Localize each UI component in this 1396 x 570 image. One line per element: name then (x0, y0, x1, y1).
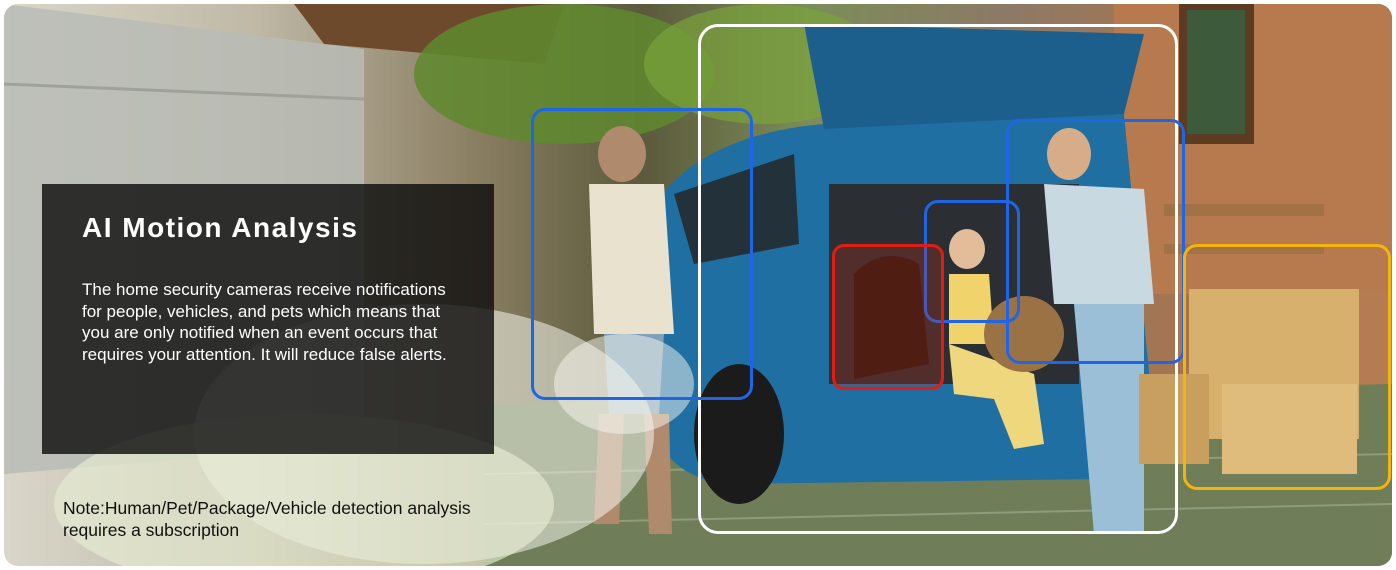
caption-description: The home security cameras receive notifi… (82, 280, 447, 364)
pet-detection-box (832, 244, 944, 390)
hero-banner: AI Motion Analysis The home security cam… (4, 4, 1392, 566)
caption-title: AI Motion Analysis (82, 212, 359, 243)
human-detection-box-man (531, 108, 753, 400)
caption-panel: AI Motion Analysis The home security cam… (42, 184, 494, 454)
human-detection-box-woman (1006, 119, 1185, 364)
package-detection-box (1183, 244, 1391, 490)
subscription-note: Note:Human/Pet/Package/Vehicle detection… (63, 498, 471, 540)
